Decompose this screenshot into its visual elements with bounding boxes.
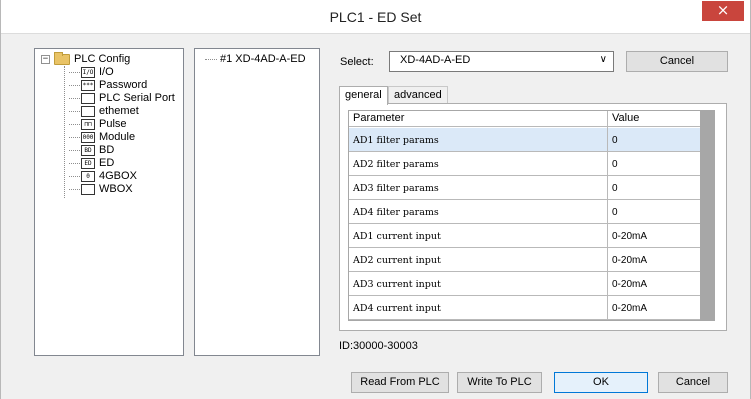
tree-guide bbox=[69, 137, 80, 138]
tree-guide bbox=[69, 85, 80, 86]
header-parameter[interactable]: Parameter bbox=[353, 112, 404, 124]
ok-button[interactable]: OK bbox=[554, 372, 648, 393]
module-select[interactable]: XD-4AD-A-ED ∨ bbox=[389, 51, 614, 72]
tree-item-label: ethemet bbox=[99, 105, 139, 117]
general-tab-page: Parameter Value AD1 filter params 0 AD2 fi… bbox=[339, 103, 727, 331]
tree-item-ethemet[interactable]: ethemet bbox=[39, 105, 183, 118]
value-cell[interactable]: 0 bbox=[612, 159, 618, 170]
header-value[interactable]: Value bbox=[612, 112, 639, 124]
table-row[interactable]: AD3 current input 0-20mA bbox=[349, 272, 702, 296]
tree-item-label: Pulse bbox=[99, 118, 127, 130]
table-row[interactable]: AD4 current input 0-20mA bbox=[349, 296, 702, 320]
grid-scrollbar[interactable] bbox=[700, 111, 714, 320]
tree-item-password[interactable]: *** Password bbox=[39, 79, 183, 92]
parameter-cell: AD3 filter params bbox=[353, 183, 439, 194]
parameter-cell: AD4 current input bbox=[353, 303, 441, 314]
ed-icon: ED bbox=[81, 158, 95, 169]
read-from-plc-button[interactable]: Read From PLC bbox=[351, 372, 449, 393]
tree-guide bbox=[69, 72, 80, 73]
tree-guide bbox=[69, 124, 80, 125]
window-title: PLC1 - ED Set bbox=[329, 9, 422, 25]
table-row[interactable]: AD4 filter params 0 bbox=[349, 200, 702, 224]
table-row[interactable]: AD2 current input 0-20mA bbox=[349, 248, 702, 272]
tree-root-label: PLC Config bbox=[74, 53, 131, 65]
cancel-button[interactable]: Cancel bbox=[658, 372, 728, 393]
tree-guide bbox=[69, 111, 80, 112]
parameter-cell: AD4 filter params bbox=[353, 207, 439, 218]
tree-item-wbox[interactable]: WBOX bbox=[39, 183, 183, 196]
cancel-top-button[interactable]: Cancel bbox=[626, 51, 728, 72]
folder-icon bbox=[54, 52, 70, 65]
tree-item-ed[interactable]: ED ED bbox=[39, 157, 183, 170]
tree-item-label: PLC Serial Port bbox=[99, 92, 175, 104]
tree-item-i-o[interactable]: I/O I/O bbox=[39, 66, 183, 79]
tree-item-module[interactable]: 000 Module bbox=[39, 131, 183, 144]
tree-item-label: I/O bbox=[99, 66, 114, 78]
value-cell[interactable]: 0-20mA bbox=[612, 255, 647, 266]
tree-item-plc-serial-port[interactable]: PLC Serial Port bbox=[39, 92, 183, 105]
write-to-plc-button[interactable]: Write To PLC bbox=[457, 372, 542, 393]
tree-guide bbox=[69, 163, 80, 164]
password-icon: *** bbox=[81, 80, 95, 91]
tree-item-pulse[interactable]: ⊓⊓ Pulse bbox=[39, 118, 183, 131]
id-range-text: ID:30000-30003 bbox=[339, 340, 418, 352]
parameter-cell: AD2 filter params bbox=[353, 159, 439, 170]
table-row[interactable]: AD1 filter params 0 bbox=[349, 128, 702, 152]
value-cell[interactable]: 0 bbox=[612, 183, 618, 194]
tree-guide bbox=[69, 150, 80, 151]
table-row[interactable]: AD1 current input 0-20mA bbox=[349, 224, 702, 248]
module-icon: 000 bbox=[81, 132, 95, 143]
ed-set-dialog: PLC1 - ED Set × − PLC Config I/O I/O *** Pa… bbox=[0, 0, 751, 399]
title-bar[interactable]: PLC1 - ED Set × bbox=[1, 0, 750, 34]
value-cell[interactable]: 0-20mA bbox=[612, 303, 647, 314]
serial-port-icon bbox=[81, 93, 95, 104]
tab-general[interactable]: general bbox=[339, 86, 388, 105]
tree-item-label: Module bbox=[99, 131, 136, 143]
device-item[interactable]: #1 XD-4AD-A-ED bbox=[205, 53, 319, 66]
tree-item-bd[interactable]: BD BD bbox=[39, 144, 183, 157]
parameter-cell: AD3 current input bbox=[353, 279, 441, 290]
tree-guide bbox=[69, 176, 80, 177]
parameter-grid[interactable]: Parameter Value AD1 filter params 0 AD2 fi… bbox=[348, 110, 715, 321]
grid-header: Parameter Value bbox=[349, 111, 702, 127]
table-row[interactable]: AD3 filter params 0 bbox=[349, 176, 702, 200]
bd-icon: BD bbox=[81, 145, 95, 156]
close-icon[interactable]: × bbox=[702, 1, 744, 21]
value-cell[interactable]: 0-20mA bbox=[612, 231, 647, 242]
tree-item-label: 4GBOX bbox=[99, 170, 137, 182]
chevron-down-icon[interactable]: ∨ bbox=[600, 54, 607, 65]
select-value: XD-4AD-A-ED bbox=[400, 54, 471, 66]
tree-item-label: Password bbox=[99, 79, 148, 91]
io-icon: I/O bbox=[81, 67, 95, 78]
tree-root-plc-config[interactable]: − PLC Config bbox=[39, 52, 183, 66]
device-list[interactable]: #1 XD-4AD-A-ED bbox=[194, 48, 320, 356]
value-cell[interactable]: 0 bbox=[612, 135, 618, 146]
column-divider[interactable] bbox=[607, 111, 608, 320]
table-row[interactable]: AD2 filter params 0 bbox=[349, 152, 702, 176]
select-label: Select: bbox=[340, 56, 374, 68]
tree-guide bbox=[69, 189, 80, 190]
parameter-cell: AD2 current input bbox=[353, 255, 441, 266]
tree-item-4gbox[interactable]: 0 4GBOX bbox=[39, 170, 183, 183]
tree-item-label: ED bbox=[99, 157, 115, 169]
collapse-icon[interactable]: − bbox=[41, 55, 50, 64]
parameter-cell: AD1 filter params bbox=[353, 135, 439, 146]
config-tree[interactable]: − PLC Config I/O I/O *** Password PLC Serial… bbox=[34, 48, 184, 356]
value-cell[interactable]: 0-20mA bbox=[612, 279, 647, 290]
tree-item-label: WBOX bbox=[99, 183, 133, 195]
tree-item-label: BD bbox=[99, 144, 115, 156]
value-cell[interactable]: 0 bbox=[612, 207, 618, 218]
4gbox-icon: 0 bbox=[81, 171, 95, 182]
tree-guide bbox=[69, 98, 80, 99]
tab-advanced[interactable]: advanced bbox=[388, 86, 448, 104]
ethernet-icon bbox=[81, 106, 95, 117]
pulse-icon: ⊓⊓ bbox=[81, 119, 95, 130]
wbox-icon bbox=[81, 184, 95, 195]
parameter-cell: AD1 current input bbox=[353, 231, 441, 242]
